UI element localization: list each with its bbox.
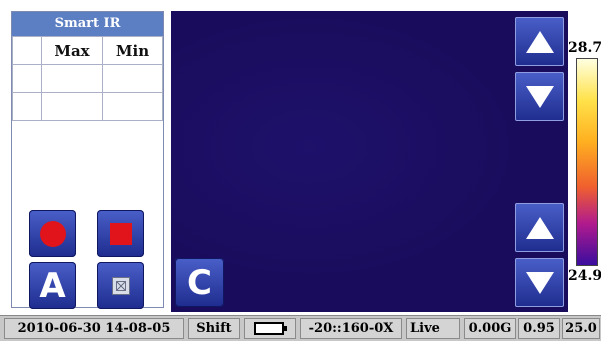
temperature-readout: 25.0 — [562, 318, 600, 339]
table-cell — [102, 64, 163, 93]
shift-button[interactable]: Shift — [188, 318, 240, 339]
table-header-blank — [12, 36, 42, 65]
auto-button[interactable]: A — [29, 262, 76, 309]
stop-button[interactable] — [97, 210, 144, 257]
thermal-image[interactable] — [171, 11, 568, 312]
stats-table: Max Min — [12, 36, 163, 121]
battery-icon — [254, 322, 287, 335]
image-button[interactable] — [97, 262, 144, 309]
table-cell — [102, 92, 163, 121]
calibrate-label: C — [187, 262, 212, 303]
arrow-up-icon — [525, 216, 554, 239]
status-bar: 2010-06-30 14-08-05 Shift -20::160-0X Li… — [0, 315, 601, 341]
record-icon — [39, 220, 66, 247]
gain-readout: 0.00G — [464, 318, 516, 339]
arrow-down-icon — [525, 85, 554, 108]
table-cell — [41, 64, 103, 93]
table-header-row: Max Min — [12, 36, 163, 65]
auto-label: A — [39, 265, 66, 306]
min-up-button[interactable] — [515, 203, 564, 252]
smart-ir-panel: Smart IR Max Min A — [11, 11, 164, 309]
mode-readout: Live — [406, 318, 460, 339]
color-scale-bar — [576, 58, 598, 266]
table-cell — [12, 92, 42, 121]
record-button[interactable] — [29, 210, 76, 257]
min-header: Min — [102, 36, 163, 65]
scale-max-value: 28.7 — [568, 40, 601, 56]
max-up-button[interactable] — [515, 17, 564, 66]
datetime-readout: 2010-06-30 14-08-05 — [4, 318, 184, 339]
image-icon — [111, 276, 130, 295]
table-cell — [12, 64, 42, 93]
calibrate-button[interactable]: C — [175, 258, 224, 307]
range-readout: -20::160-0X — [300, 318, 402, 339]
panel-title: Smart IR — [12, 12, 163, 36]
table-row — [12, 64, 163, 93]
table-cell — [41, 92, 103, 121]
stop-icon — [109, 222, 132, 245]
max-header: Max — [41, 36, 103, 65]
arrow-up-icon — [525, 30, 554, 53]
max-down-button[interactable] — [515, 72, 564, 121]
min-down-button[interactable] — [515, 258, 564, 307]
table-row — [12, 92, 163, 121]
emissivity-readout: 0.95 — [518, 318, 560, 339]
arrow-down-icon — [525, 271, 554, 294]
scale-min-value: 24.9 — [568, 268, 601, 284]
